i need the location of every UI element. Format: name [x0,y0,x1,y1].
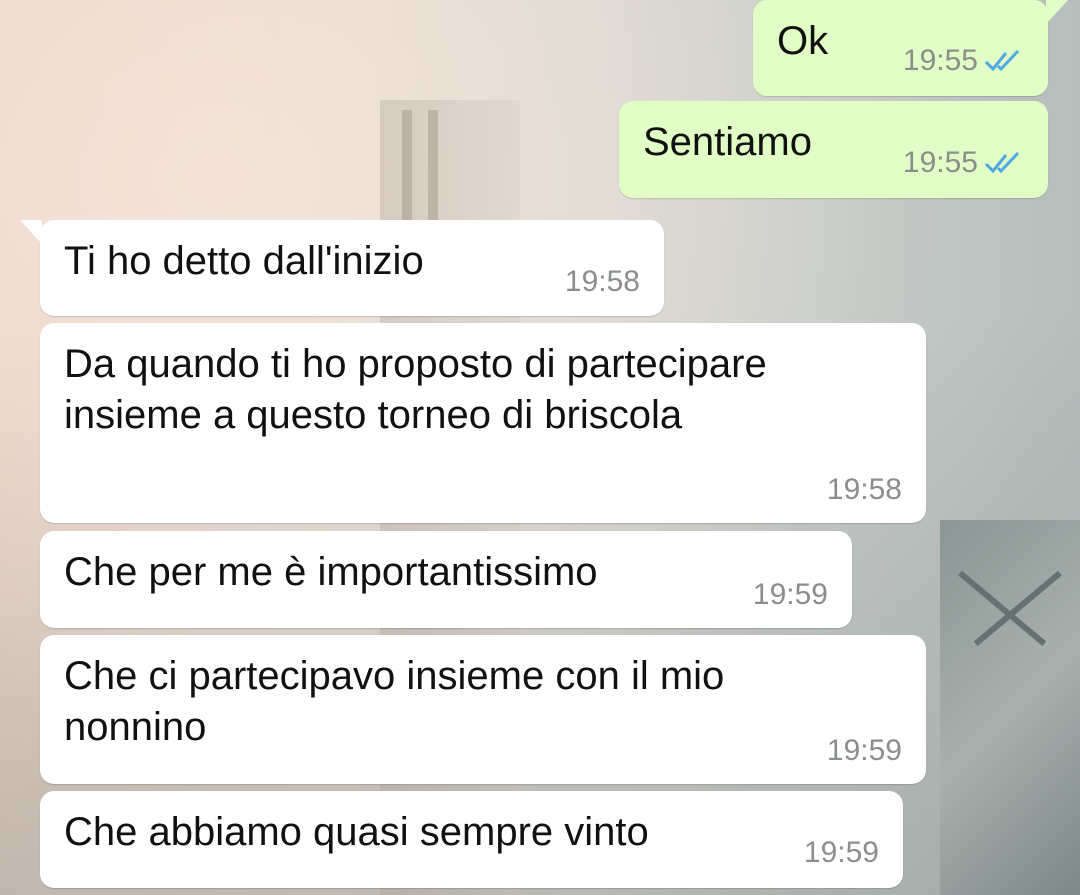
message-timestamp: 19:55 [902,44,978,77]
message-timestamp: 19:55 [902,146,978,179]
double-check-read-icon [984,151,1020,174]
message-text: Ti ho detto dall'inizio [64,239,424,283]
message-text: Sentiamo [643,120,812,164]
wallpaper-building [940,520,1080,895]
message-bubble-incoming[interactable]: Che per me è importantissimo 19:59 [40,531,852,628]
message-timestamp: 19:59 [826,734,902,767]
message-bubble-outgoing[interactable]: Ok 19:55 [753,0,1048,96]
message-timestamp: 19:58 [564,265,640,298]
message-bubble-incoming[interactable]: Che ci partecipavo insieme con il mio no… [40,635,926,784]
message-timestamp: 19:59 [803,836,879,869]
bubble-tail [20,220,42,244]
message-bubble-incoming[interactable]: Da quando ti ho proposto di partecipare … [40,323,926,523]
bubble-tail [1046,0,1068,24]
wallpaper-spire [402,110,412,220]
message-text: Ok [777,19,829,63]
message-meta: 19:55 [903,46,1024,76]
message-meta: 19:55 [903,148,1024,178]
message-text: Che ci partecipavo insieme con il mio no… [64,654,725,749]
message-timestamp: 19:58 [826,473,902,506]
message-timestamp: 19:59 [752,578,828,611]
message-text: Che per me è importantissimo [64,550,598,594]
message-bubble-outgoing[interactable]: Sentiamo 19:55 [619,101,1048,198]
message-text: Che abbiamo quasi sempre vinto [64,810,649,854]
message-bubble-incoming[interactable]: Ti ho detto dall'inizio 19:58 [40,220,664,316]
double-check-read-icon [984,49,1020,72]
message-text: Da quando ti ho proposto di partecipare … [64,342,767,437]
message-bubble-incoming[interactable]: Che abbiamo quasi sempre vinto 19:59 [40,791,903,888]
wallpaper-spire [428,110,438,220]
